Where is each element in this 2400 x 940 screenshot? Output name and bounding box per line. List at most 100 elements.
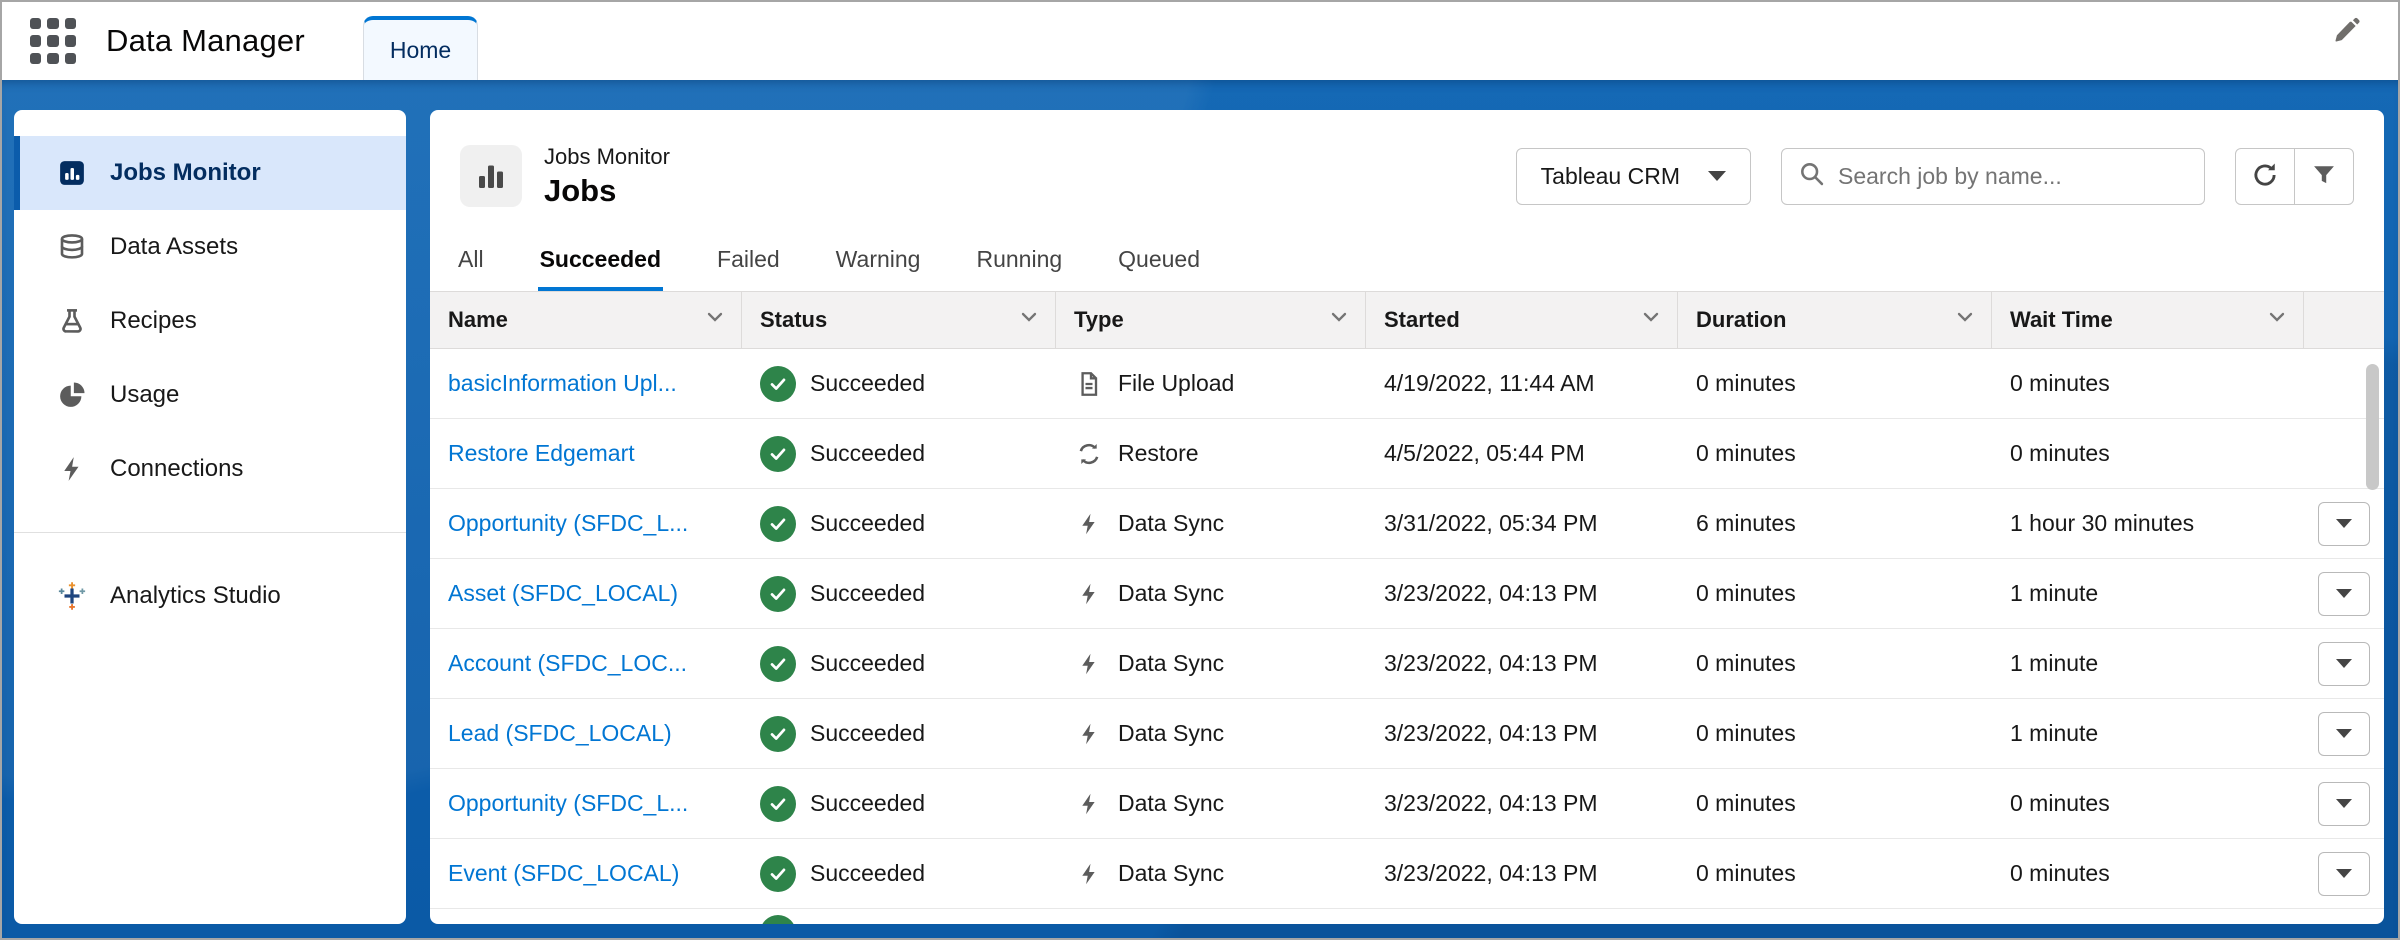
scope-picker[interactable]: Tableau CRM bbox=[1516, 148, 1751, 205]
success-check-icon bbox=[760, 716, 796, 752]
column-header-started[interactable]: Started bbox=[1366, 292, 1678, 348]
tab-failed[interactable]: Failed bbox=[713, 232, 784, 291]
tab-queued[interactable]: Queued bbox=[1114, 232, 1204, 291]
tab-running[interactable]: Running bbox=[972, 232, 1066, 291]
status-label: Succeeded bbox=[810, 580, 925, 607]
tab-warning[interactable]: Warning bbox=[832, 232, 925, 291]
search-box bbox=[1781, 148, 2205, 205]
data-sync-icon bbox=[1074, 509, 1104, 539]
job-name-cell: Lead (SFDC_LOCAL) bbox=[430, 699, 742, 768]
wait-time-cell: 0 minutes bbox=[1992, 419, 2304, 488]
wait-time-cell: 1 minute bbox=[1992, 559, 2304, 628]
column-header-type[interactable]: Type bbox=[1056, 292, 1366, 348]
sidebar-item-label: Usage bbox=[110, 381, 179, 409]
tab-all[interactable]: All bbox=[454, 232, 488, 291]
duration-cell: 6 minutes bbox=[1678, 489, 1992, 558]
global-header: Data Manager Home bbox=[2, 2, 2398, 80]
app-title: Data Manager bbox=[106, 23, 305, 59]
sidebar-item-recipes[interactable]: Recipes bbox=[14, 284, 406, 358]
panel-subtitle: Jobs Monitor bbox=[544, 144, 670, 170]
started-cell: 3/31/2022, 05:34 PM bbox=[1366, 489, 1678, 558]
row-menu-button[interactable] bbox=[2318, 712, 2370, 756]
data-sync-icon bbox=[1074, 649, 1104, 679]
row-menu-button[interactable] bbox=[2318, 502, 2370, 546]
job-type-cell: Data Sync bbox=[1056, 699, 1366, 768]
started-cell: 3/23/2022, 04:13 PM bbox=[1366, 839, 1678, 908]
job-status-cell: Succeeded bbox=[742, 839, 1056, 908]
refresh-button[interactable] bbox=[2235, 148, 2295, 205]
job-type-cell: File Upload bbox=[1056, 349, 1366, 418]
sidebar-item-jobs-monitor[interactable]: Jobs Monitor bbox=[14, 136, 406, 210]
chevron-down-icon bbox=[1708, 171, 1726, 181]
job-type-cell: Restore bbox=[1056, 419, 1366, 488]
column-header-name[interactable]: Name bbox=[430, 292, 742, 348]
job-name-link[interactable]: Restore Edgemart bbox=[448, 440, 635, 467]
job-name-link[interactable]: Opportunity (SFDC_L... bbox=[448, 510, 688, 537]
type-label: Restore bbox=[1118, 440, 1199, 467]
sidebar-item-analytics-studio[interactable]: Analytics Studio bbox=[14, 559, 406, 633]
started-cell: 3/23/2022, 04:13 PM bbox=[1366, 559, 1678, 628]
pie-chart-icon bbox=[56, 379, 88, 411]
content-background: Jobs Monitor Data Assets Recipes Usage bbox=[2, 80, 2398, 938]
bar-chart-icon bbox=[56, 157, 88, 189]
app-launcher-icon[interactable] bbox=[30, 18, 76, 64]
sidebar-item-label: Data Assets bbox=[110, 233, 238, 261]
success-check-icon bbox=[760, 646, 796, 682]
column-header-actions bbox=[2304, 292, 2384, 348]
chevron-down-icon bbox=[1639, 305, 1663, 335]
duration-cell: 0 minutes bbox=[1678, 419, 1992, 488]
search-input[interactable] bbox=[1838, 163, 2188, 190]
tab-home[interactable]: Home bbox=[363, 16, 478, 80]
row-menu-button[interactable] bbox=[2318, 852, 2370, 896]
success-check-icon bbox=[760, 786, 796, 822]
table-row: Account (SFDC_LOC... Succeeded Data Sync… bbox=[430, 629, 2384, 699]
success-check-icon bbox=[760, 436, 796, 472]
started-cell: 3/23/2022, 04:13 PM bbox=[1366, 699, 1678, 768]
row-menu-button[interactable] bbox=[2318, 782, 2370, 826]
tab-succeeded[interactable]: Succeeded bbox=[536, 232, 665, 291]
job-status-cell: Succeeded bbox=[742, 489, 1056, 558]
panel-controls: Tableau CRM bbox=[1516, 148, 2354, 205]
sidebar-divider bbox=[14, 532, 406, 533]
success-check-icon bbox=[760, 506, 796, 542]
duration-cell: 0 minutes bbox=[1678, 839, 1992, 908]
wait-time-cell: 0 minutes bbox=[1992, 349, 2304, 418]
wait-time-cell: 0 minutes bbox=[1992, 839, 2304, 908]
sidebar-item-connections[interactable]: Connections bbox=[14, 432, 406, 506]
row-menu-button[interactable] bbox=[2318, 572, 2370, 616]
table-row: Opportunity (SFDC_L... Succeeded Data Sy… bbox=[430, 769, 2384, 839]
edit-button[interactable] bbox=[2330, 16, 2364, 53]
job-name-link[interactable]: Account (SFDC_LOC... bbox=[448, 650, 687, 677]
job-name-link[interactable]: Opportunity (SFDC_L... bbox=[448, 790, 688, 817]
success-check-icon bbox=[760, 366, 796, 402]
column-header-duration[interactable]: Duration bbox=[1678, 292, 1992, 348]
sidebar-item-label: Analytics Studio bbox=[110, 582, 281, 610]
job-name-link[interactable]: Asset (SFDC_LOCAL) bbox=[448, 580, 678, 607]
vertical-scrollbar[interactable] bbox=[2366, 364, 2379, 490]
filter-icon bbox=[2310, 161, 2338, 192]
job-name-link[interactable]: Event (SFDC_LOCAL) bbox=[448, 860, 679, 887]
job-status-cell: Succeeded bbox=[742, 629, 1056, 698]
sidebar-item-label: Recipes bbox=[110, 307, 197, 335]
data-sync-icon bbox=[1074, 859, 1104, 889]
job-name-link[interactable]: basicInformation Upl... bbox=[448, 370, 677, 397]
chevron-down-icon bbox=[1327, 305, 1351, 335]
type-label: Data Sync bbox=[1118, 580, 1224, 607]
job-type-cell: Data Sync bbox=[1056, 489, 1366, 558]
sidebar-item-label: Jobs Monitor bbox=[110, 159, 261, 187]
column-header-status[interactable]: Status bbox=[742, 292, 1056, 348]
job-name-link[interactable]: Lead (SFDC_LOCAL) bbox=[448, 720, 672, 747]
search-icon bbox=[1798, 160, 1826, 193]
filter-button[interactable] bbox=[2294, 148, 2354, 205]
started-cell: 4/5/2022, 05:44 PM bbox=[1366, 419, 1678, 488]
wait-time-cell: 0 minutes bbox=[1992, 769, 2304, 838]
sidebar-item-data-assets[interactable]: Data Assets bbox=[14, 210, 406, 284]
tab-home-label: Home bbox=[390, 37, 451, 64]
type-label: Data Sync bbox=[1118, 510, 1224, 537]
duration-cell: 0 minutes bbox=[1678, 769, 1992, 838]
row-menu-button[interactable] bbox=[2318, 642, 2370, 686]
duration-cell: 0 minutes bbox=[1678, 699, 1992, 768]
panel-header: Jobs Monitor Jobs Tableau CRM bbox=[430, 110, 2384, 212]
sidebar-item-usage[interactable]: Usage bbox=[14, 358, 406, 432]
column-header-wait-time[interactable]: Wait Time bbox=[1992, 292, 2304, 348]
